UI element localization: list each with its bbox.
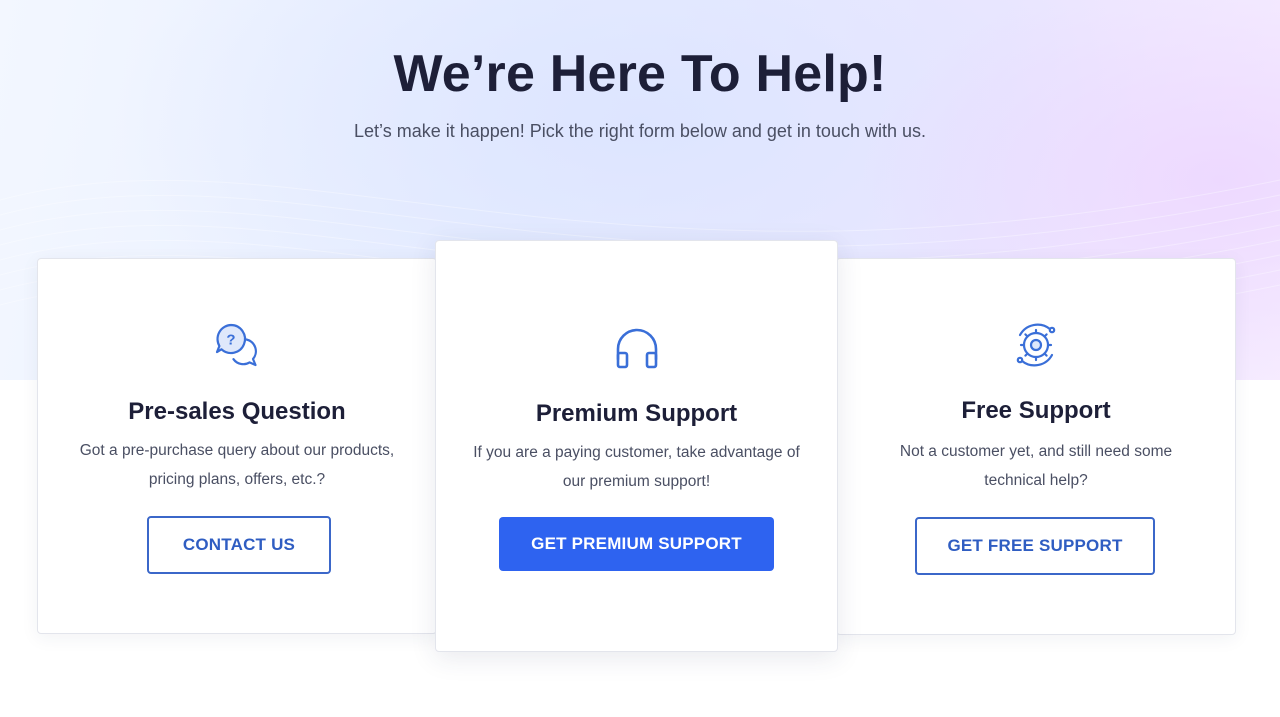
get-free-support-button[interactable]: GET FREE SUPPORT [915, 517, 1155, 575]
free-support-title: Free Support [961, 397, 1111, 424]
get-premium-support-button[interactable]: GET PREMIUM SUPPORT [499, 517, 774, 571]
question-chat-icon: ? [38, 321, 436, 369]
page-subtitle: Let’s make it happen! Pick the right for… [354, 121, 926, 141]
contact-us-button[interactable]: CONTACT US [147, 516, 331, 574]
free-support-card: Free Support Not a customer yet, and sti… [836, 258, 1236, 635]
headphones-icon [436, 325, 837, 373]
presales-description: Got a pre-purchase query about our produ… [79, 442, 395, 488]
page-title: We’re Here To Help! [393, 45, 887, 103]
svg-text:?: ? [226, 332, 235, 349]
presales-title: Pre-sales Question [128, 398, 346, 425]
presales-card: ? Pre-sales Question Got a pre-purchase … [37, 258, 437, 634]
premium-description: If you are a paying customer, take advan… [473, 444, 800, 490]
gear-support-icon [837, 321, 1235, 369]
premium-title: Premium Support [535, 400, 738, 427]
free-support-description: Not a customer yet, and still need some … [899, 443, 1173, 489]
premium-card: Premium Support If you are a paying cust… [435, 240, 838, 652]
